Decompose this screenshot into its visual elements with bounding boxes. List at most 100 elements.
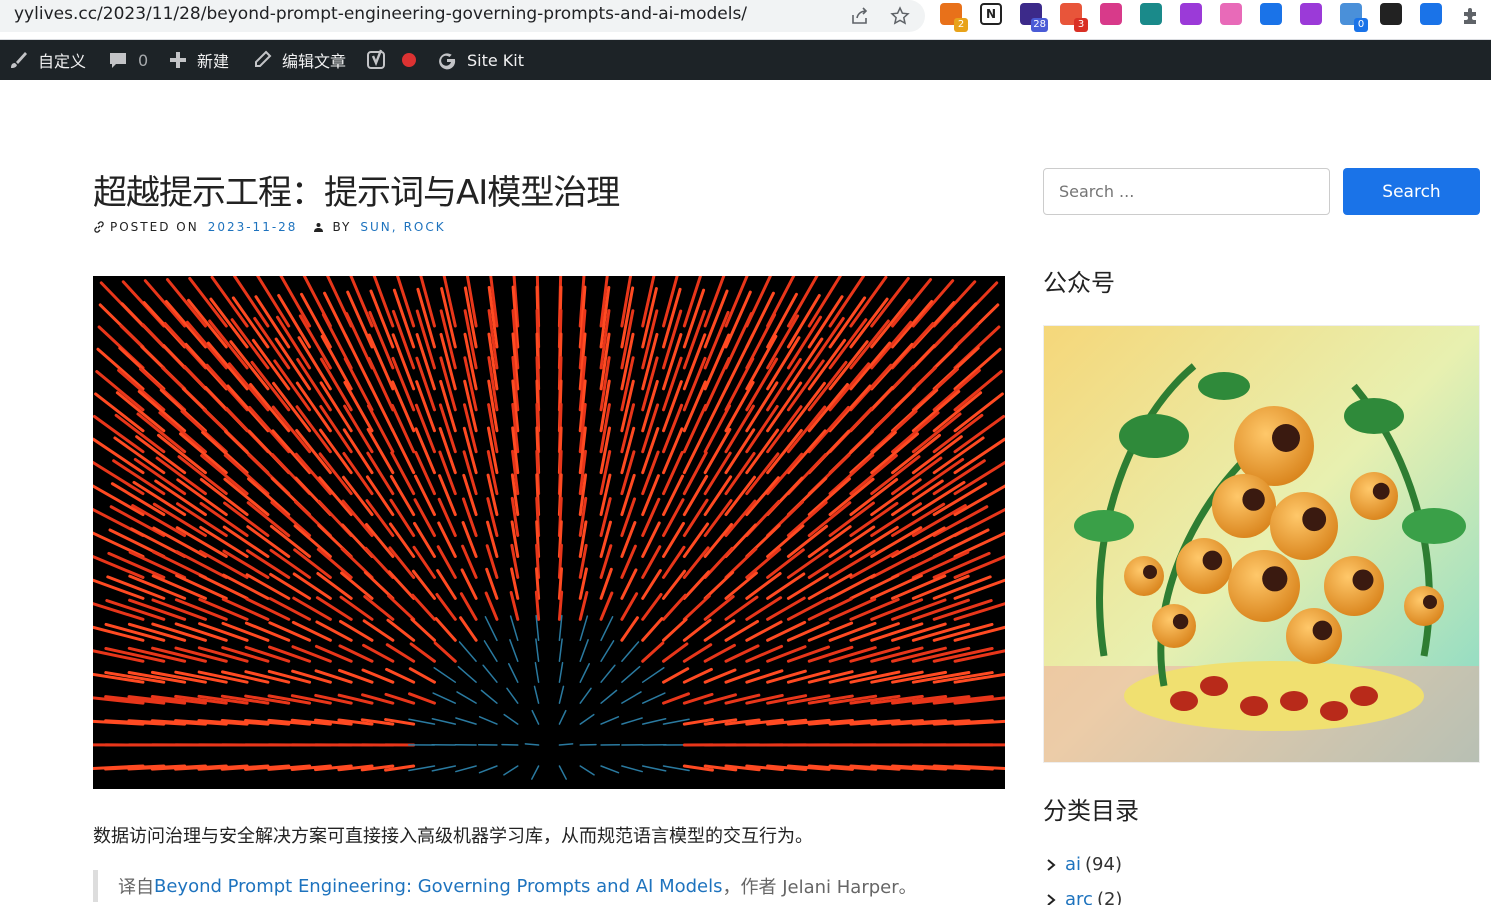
quote-suffix: ，作者 Jelani Harper。: [722, 877, 917, 898]
yoast-menu[interactable]: [366, 40, 416, 80]
chevron-right-icon: [1047, 858, 1056, 871]
plus-icon: [170, 52, 186, 68]
customize-label: 自定义: [38, 52, 87, 71]
search-button[interactable]: Search: [1343, 168, 1480, 215]
ant-body-shape: [1176, 538, 1232, 594]
pencil-icon: [255, 50, 272, 67]
bookmark-star-icon[interactable]: [888, 4, 912, 28]
ant-body-shape: [1270, 492, 1338, 560]
small-ant-shape: [1240, 696, 1268, 716]
comments-link[interactable]: 0: [108, 40, 148, 80]
author-separator: ,: [391, 220, 398, 234]
url-text[interactable]: yylives.cc/2023/11/28/beyond-prompt-engi…: [14, 4, 747, 24]
translate-extension-icon[interactable]: [1100, 3, 1122, 25]
category-item[interactable]: ai (94): [1045, 854, 1122, 875]
ant-body-shape: [1404, 586, 1444, 626]
chrome-ext-4-extension-icon[interactable]: 3: [1060, 3, 1088, 32]
notion-extension-icon[interactable]: N: [980, 3, 1002, 25]
small-ant-shape: [1350, 686, 1378, 706]
author-link-rock[interactable]: ROCK: [404, 220, 446, 234]
ant-body-shape: [1228, 550, 1300, 622]
ant-spot-shape: [1312, 620, 1333, 641]
extension-badge: 0: [1354, 18, 1368, 32]
comment-bubble-icon: [110, 53, 126, 68]
chrome-ext-1-extension-icon[interactable]: 2: [940, 3, 968, 32]
by-label: BY: [332, 220, 352, 234]
ant-body-shape: [1212, 474, 1276, 538]
small-ant-shape: [1170, 691, 1198, 711]
wp-admin-bar: 自定义 0 新建 编辑文章 Site Kit: [0, 40, 1491, 80]
comments-count: 0: [138, 50, 149, 70]
post-excerpt: 数据访问治理与安全解决方案可直接接入高级机器学习库，从而规范语言模型的交互行为。: [93, 826, 813, 847]
small-ant-shape: [1320, 701, 1348, 721]
ant-body-shape: [1152, 604, 1196, 648]
wechat-widget-title: 公众号: [1043, 269, 1115, 297]
puzzle-extensions-icon[interactable]: [1458, 4, 1482, 28]
original-article-link[interactable]: Beyond Prompt Engineering: Governing Pro…: [154, 876, 723, 897]
ant-body-shape: [1234, 406, 1314, 486]
extension-badge: 28: [1031, 18, 1048, 32]
chrome-ext-9-extension-icon[interactable]: [1260, 3, 1282, 25]
ant-spot-shape: [1272, 424, 1300, 452]
chrome-ext-12-extension-icon[interactable]: [1380, 3, 1402, 25]
featured-image: [93, 276, 1005, 789]
google-g-icon: [439, 53, 456, 70]
openai-extension-icon[interactable]: [1300, 3, 1322, 25]
featured-image-art: [93, 276, 1005, 789]
extension-badge: 2: [954, 18, 968, 32]
chevron-right-icon: [1047, 893, 1056, 905]
translation-blockquote: 译自 Beyond Prompt Engineering: Governing …: [93, 870, 917, 902]
chrome-ext-6-extension-icon[interactable]: [1140, 3, 1162, 25]
ant-body-shape: [1124, 556, 1164, 596]
yoast-icon: [367, 49, 385, 69]
category-count: (2): [1096, 889, 1123, 905]
post-title: 超越提示工程：提示词与AI模型治理: [93, 173, 620, 213]
ant-spot-shape: [1302, 507, 1327, 532]
ant-spot-shape: [1262, 566, 1288, 592]
author-link-sun[interactable]: SUN: [360, 220, 391, 234]
small-ant-shape: [1200, 676, 1228, 696]
small-ant-shape: [1280, 691, 1308, 711]
category-item[interactable]: arc (2): [1045, 889, 1122, 905]
chrome-ext-13-extension-icon[interactable]: [1420, 3, 1442, 25]
ants-illustration: [1044, 326, 1479, 762]
category-link[interactable]: arc: [1065, 889, 1093, 905]
ant-spot-shape: [1242, 488, 1265, 511]
graduation-cap-extension-icon[interactable]: 28: [1020, 3, 1048, 32]
ant-spot-shape: [1352, 569, 1374, 591]
ant-spot-shape: [1202, 550, 1223, 571]
search-input[interactable]: [1043, 168, 1330, 215]
address-bar[interactable]: yylives.cc/2023/11/28/beyond-prompt-engi…: [0, 0, 925, 32]
category-link[interactable]: ai: [1065, 854, 1081, 875]
ant-spot-shape: [1143, 565, 1157, 579]
ant-spot-shape: [1372, 482, 1390, 500]
user-icon: [314, 222, 324, 232]
wechat-qr-image: [1043, 325, 1480, 763]
ant-body-shape: [1286, 608, 1342, 664]
chrome-ext-8-extension-icon[interactable]: [1220, 3, 1242, 25]
sitekit-link[interactable]: Site Kit: [437, 40, 524, 80]
category-count: (94): [1085, 854, 1122, 875]
new-label: 新建: [197, 52, 230, 71]
ant-spot-shape: [1423, 595, 1437, 609]
browser-toolbar: yylives.cc/2023/11/28/beyond-prompt-engi…: [0, 0, 1491, 40]
new-content-link[interactable]: 新建: [169, 40, 229, 80]
post-date-link[interactable]: 2023-11-28: [208, 220, 298, 234]
share-icon[interactable]: [848, 4, 872, 28]
post-meta: POSTED ON 2023-11-28 BY SUN , ROCK: [93, 220, 446, 234]
sitekit-label: Site Kit: [467, 50, 525, 70]
link-icon: [94, 221, 104, 233]
extension-badge: 3: [1074, 18, 1088, 32]
posted-on-label: POSTED ON: [110, 220, 199, 234]
customize-link[interactable]: 自定义: [8, 40, 86, 80]
chrome-ext-7-extension-icon[interactable]: [1180, 3, 1202, 25]
ant-body-shape: [1350, 472, 1398, 520]
edit-post-link[interactable]: 编辑文章: [252, 40, 346, 80]
quote-prefix: 译自: [118, 877, 154, 898]
ant-spot-shape: [1172, 613, 1189, 630]
chrome-ext-11-extension-icon[interactable]: 0: [1340, 3, 1368, 32]
edit-label: 编辑文章: [282, 52, 347, 71]
yoast-status-dot-icon: [402, 53, 416, 67]
ant-body-shape: [1324, 556, 1384, 616]
paintbrush-icon: [11, 52, 27, 68]
